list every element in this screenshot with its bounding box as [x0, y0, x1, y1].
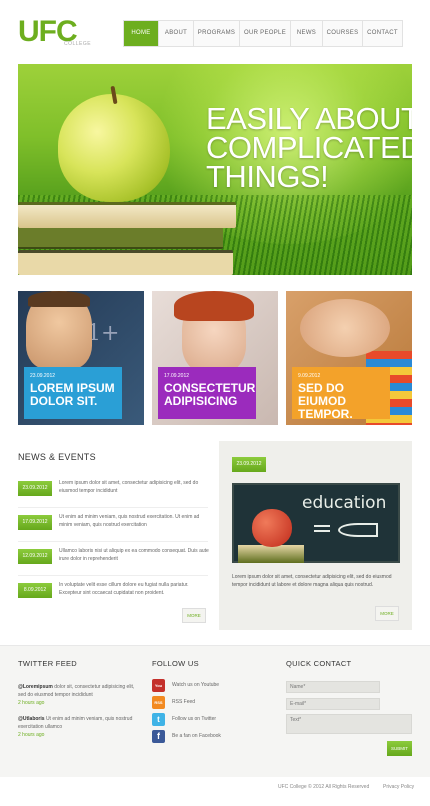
- follow-us-title: FOLLOW US: [152, 659, 199, 668]
- news-item[interactable]: 8.09.2012 In voluptate velit esse cillum…: [18, 579, 208, 610]
- tweet-user[interactable]: @Loremipsum: [18, 684, 53, 690]
- featured-date-badge: 23.09.2012: [232, 457, 266, 472]
- featured-text: Lorem ipsum dolor sit amet, consectetur …: [232, 574, 392, 588]
- hero-banner: EASILY ABOUT COMPLICATED THINGS!: [18, 64, 412, 275]
- feature-tile[interactable]: 17.09.2012 CONSECTETUR ADIPISICING: [152, 291, 278, 425]
- news-item[interactable]: 12.09.2012 Ullamco laboris nisi ut aliqu…: [18, 545, 209, 576]
- quick-contact-title: QUICK CONTACT: [286, 659, 352, 668]
- news-date-badge: 23.09.2012: [18, 481, 52, 496]
- nav-item-programs[interactable]: PROGRAMS: [193, 21, 239, 46]
- tweet-time: 2 hours ago: [18, 732, 45, 738]
- submit-button[interactable]: SUBMIT: [387, 741, 412, 756]
- twitter-icon: t: [152, 713, 165, 726]
- featured-image[interactable]: education: [232, 483, 400, 563]
- follow-facebook-link[interactable]: f Be a fan on Facebook: [152, 730, 262, 744]
- hero-line-3: THINGS!: [206, 159, 329, 194]
- news-section-title: NEWS & EVENTS: [18, 452, 96, 462]
- follow-label: RSS Feed: [172, 699, 196, 705]
- hero-line-1: EASILY ABOUT: [206, 101, 412, 136]
- logo-tagline: COLLEGE: [64, 41, 92, 47]
- nav-item-courses[interactable]: COURSES: [322, 21, 362, 46]
- news-text: Lorem ipsum dolor sit amet, consectetur …: [59, 480, 199, 494]
- tile-date: 17.09.2012: [164, 373, 190, 379]
- follow-youtube-link[interactable]: You Tube Watch us on Youtube: [152, 679, 262, 701]
- tweet-user[interactable]: @Utlaboris: [18, 716, 45, 722]
- tile-title[interactable]: SED DO EIUMOD TEMPOR.: [298, 382, 384, 421]
- student-hair: [174, 291, 254, 321]
- featured-more-button[interactable]: MORE: [375, 606, 399, 621]
- tile-title[interactable]: LOREM IPSUM DOLOR SIT.: [30, 382, 116, 408]
- feature-tile[interactable]: √1+ 23.09.2012 LOREM IPSUM DOLOR SIT.: [18, 291, 144, 425]
- chalkboard-word: education: [302, 493, 387, 513]
- copyright: UFC College © 2012 All Rights Reserved: [278, 784, 370, 790]
- apple-image: [58, 94, 170, 202]
- email-field[interactable]: E-mail*: [286, 698, 380, 710]
- follow-label: Watch us on Youtube: [172, 682, 220, 688]
- tweet: @Utlaboris Ut enim ad minim veniam, quis…: [18, 715, 136, 739]
- news-date-badge: 12.09.2012: [18, 549, 52, 564]
- tile-caption: 17.09.2012 CONSECTETUR ADIPISICING: [158, 367, 256, 419]
- tile-title[interactable]: CONSECTETUR ADIPISICING: [164, 382, 255, 408]
- nav-item-home[interactable]: HOME: [124, 21, 158, 46]
- rss-icon: RSS: [152, 696, 165, 709]
- book-image: [238, 545, 304, 563]
- student-photo: [300, 299, 390, 357]
- news-date-badge: 8.09.2012: [18, 583, 52, 598]
- tile-caption: 23.09.2012 LOREM IPSUM DOLOR SIT.: [24, 367, 122, 419]
- student-hair: [28, 291, 90, 307]
- news-text: Ullamco laboris nisi ut aliquip ex ea co…: [59, 548, 209, 562]
- book-image: [18, 250, 233, 275]
- message-field[interactable]: Text*: [286, 714, 412, 734]
- tile-date: 23.09.2012: [30, 373, 56, 379]
- follow-label: Be a fan on Facebook: [172, 733, 221, 739]
- tweet: @Loremipsum dolor sit, consectetur adipi…: [18, 683, 136, 707]
- book-image: [18, 227, 223, 249]
- header: UFC COLLEGE HOME ABOUT PROGRAMS OUR PEOP…: [0, 0, 430, 62]
- news-date-badge: 17.09.2012: [18, 515, 52, 530]
- privacy-policy-link[interactable]: Privacy Policy: [383, 784, 414, 790]
- tweet-time: 2 hours ago: [18, 700, 45, 706]
- nav-item-about[interactable]: ABOUT: [158, 21, 193, 46]
- tile-date: 9.09.2012: [298, 373, 321, 379]
- hero-line-2: COMPLICATED: [206, 130, 412, 165]
- news-text: In voluptate velit esse cillum dolore eu…: [59, 582, 189, 596]
- follow-label: Follow us on Twitter: [172, 716, 217, 722]
- main-nav: HOME ABOUT PROGRAMS OUR PEOPLE NEWS COUR…: [123, 20, 403, 47]
- news-more-button[interactable]: MORE: [182, 608, 206, 623]
- follow-twitter-link[interactable]: t Follow us on Twitter: [152, 713, 262, 727]
- twitter-feed-title: TWITTER FEED: [18, 659, 78, 668]
- nav-item-our-people[interactable]: OUR PEOPLE: [239, 21, 290, 46]
- youtube-icon: You Tube: [152, 679, 165, 701]
- nav-item-contact[interactable]: CONTACT: [362, 21, 402, 46]
- hero-headline: EASILY ABOUT COMPLICATED THINGS!: [206, 101, 412, 194]
- follow-rss-link[interactable]: RSS RSS Feed: [152, 696, 262, 710]
- facebook-icon: f: [152, 730, 165, 743]
- tile-caption: 9.09.2012 SED DO EIUMOD TEMPOR.: [292, 367, 390, 421]
- news-item[interactable]: 17.09.2012 Ut enim ad minim veniam, quis…: [18, 511, 208, 542]
- red-apple-image: [252, 509, 292, 547]
- feature-tile[interactable]: 9.09.2012 SED DO EIUMOD TEMPOR.: [286, 291, 412, 425]
- book-image: [18, 202, 236, 228]
- news-item[interactable]: 23.09.2012 Lorem ipsum dolor sit amet, c…: [18, 477, 208, 508]
- equals-drawing: [314, 525, 330, 527]
- news-text: Ut enim ad minim veniam, quis nostrud ex…: [59, 514, 200, 528]
- featured-panel: 23.09.2012 education Lorem ipsum dolor s…: [219, 441, 412, 630]
- name-field[interactable]: Name*: [286, 681, 380, 693]
- key-drawing: [338, 523, 378, 537]
- nav-item-news[interactable]: NEWS: [290, 21, 322, 46]
